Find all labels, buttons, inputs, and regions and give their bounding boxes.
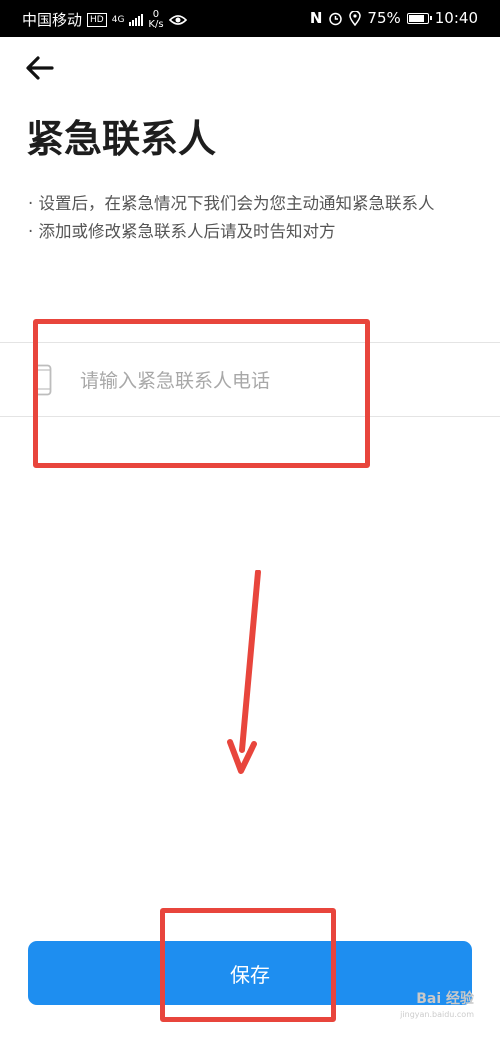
alarm-icon <box>329 12 343 25</box>
eye-icon <box>168 14 187 25</box>
status-left: 中国移动 HD 4G 0 K/s <box>22 9 187 30</box>
nfc-icon: N <box>309 9 323 27</box>
clock: 10:40 <box>434 9 478 27</box>
tip-item: · 添加或修改紧急联系人后请及时告知对方 <box>28 222 336 241</box>
back-arrow-icon[interactable] <box>22 50 58 86</box>
network-speed: 0 K/s <box>148 9 164 30</box>
status-bar: 中国移动 HD 4G 0 K/s N 75% 10:40 <box>0 0 500 37</box>
annotation-highlight-box <box>33 319 370 468</box>
network-type: 4G <box>111 14 125 25</box>
battery-percent: 75% <box>367 9 401 27</box>
status-right: N 75% 10:40 <box>310 9 478 27</box>
carrier-label: 中国移动 <box>22 11 83 29</box>
battery-icon <box>406 12 432 24</box>
tip-item: · 设置后，在紧急情况下我们会为您主动通知紧急联系人 <box>28 194 435 213</box>
location-icon <box>349 10 362 26</box>
hd-badge: HD <box>87 12 107 27</box>
annotation-arrow-icon <box>227 570 261 774</box>
watermark: Bai 经验 <box>416 991 474 1007</box>
watermark-sub: jingyan.baidu.com <box>400 1010 474 1019</box>
signal-icon <box>129 13 144 26</box>
page-title: 紧急联系人 <box>26 117 217 161</box>
annotation-highlight-box <box>160 908 336 1022</box>
tips-list: · 设置后，在紧急情况下我们会为您主动通知紧急联系人 · 添加或修改紧急联系人后… <box>28 190 435 246</box>
speed-unit: K/s <box>148 18 164 30</box>
